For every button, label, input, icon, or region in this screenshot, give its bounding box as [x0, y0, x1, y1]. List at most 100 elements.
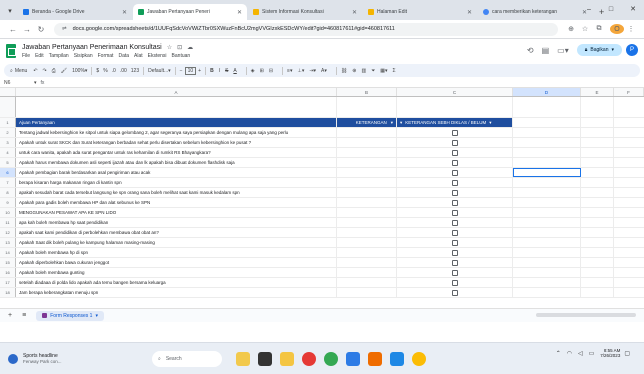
grid-cell[interactable] [581, 97, 614, 117]
grid-cell[interactable] [581, 248, 614, 257]
bookmark-star-icon[interactable]: ☆ [578, 25, 592, 33]
status-cell[interactable] [397, 268, 513, 277]
select-all-corner[interactable] [0, 88, 16, 96]
undo-icon[interactable]: ↶ [33, 68, 37, 74]
row-header[interactable]: 10 [0, 208, 16, 217]
status-checkbox[interactable] [451, 149, 458, 156]
news-widget[interactable]: Sports headline Fenway Park con... [0, 353, 140, 364]
question-cell[interactable]: berapa kisaran harga makanan ringan di k… [16, 178, 337, 187]
status-cell[interactable] [397, 228, 513, 237]
forward-arrow-icon[interactable]: → [20, 25, 34, 34]
status-checkbox[interactable] [451, 199, 458, 206]
clock[interactable]: 8:55 AM 7/26/2023 [600, 348, 620, 358]
wifi-icon[interactable]: ◠ [567, 350, 572, 357]
grid-cell[interactable] [513, 148, 581, 157]
status-checkbox[interactable] [451, 249, 458, 256]
header-cell-ajuan[interactable]: Ajuan Pertanyaan [16, 118, 337, 127]
question-cell[interactable]: Apakah diperbolehkan bawa cukuran jenggo… [16, 258, 337, 267]
menu-view[interactable]: Tampilan [49, 53, 69, 59]
question-cell[interactable]: Apakah pembagian barak berdasarkan asal … [16, 168, 337, 177]
menu-format[interactable]: Format [98, 53, 114, 59]
browser-tab-halaman[interactable]: Halaman Edit ✕ [363, 4, 477, 20]
status-checkbox[interactable] [451, 169, 458, 176]
grid-cell[interactable] [614, 138, 644, 147]
grid-cell[interactable] [513, 278, 581, 287]
chrome-canary-icon[interactable] [412, 351, 426, 366]
keterangan-cell[interactable] [337, 238, 397, 247]
grid-cell[interactable] [513, 228, 581, 237]
minimize-button[interactable]: – [578, 0, 600, 18]
chevron-down-icon[interactable]: ▾ [400, 120, 402, 126]
keterangan-cell[interactable] [337, 248, 397, 257]
insert-comment-icon[interactable]: ⊕ [352, 68, 356, 74]
menu-insert[interactable]: Sisipkan [74, 53, 93, 59]
question-cell[interactable]: Apakah untuk surat SKCK dan Surat ketera… [16, 138, 337, 147]
share-button[interactable]: 🔒︎ Bagikan ▾ [576, 44, 622, 56]
grid-cell[interactable] [513, 168, 581, 177]
question-cell[interactable]: Apakah boleh membawa hp di spn [16, 248, 337, 257]
insert-link-icon[interactable]: ⛓ [341, 68, 347, 74]
column-header-a[interactable]: A [16, 88, 337, 96]
grid-cell[interactable] [614, 268, 644, 277]
grid-cell[interactable] [614, 178, 644, 187]
add-sheet-button[interactable]: + [8, 312, 12, 319]
row-header[interactable]: 11 [0, 218, 16, 227]
row-header[interactable]: 13 [0, 238, 16, 247]
row-header[interactable]: 5 [0, 158, 16, 167]
status-checkbox[interactable] [451, 179, 458, 186]
row-header[interactable]: 14 [0, 248, 16, 257]
question-cell[interactable]: Apakah boleh membawa gunting [16, 268, 337, 277]
grid-cell[interactable] [513, 178, 581, 187]
question-cell[interactable]: apakah saat kami pendidikan di perbolehk… [16, 228, 337, 237]
align-vertical-icon[interactable]: ⊥▾ [297, 68, 304, 74]
grid-cell[interactable] [581, 128, 614, 137]
grid-cell[interactable] [581, 178, 614, 187]
chrome-icon[interactable] [324, 351, 338, 366]
grid-cell[interactable] [513, 288, 581, 297]
keterangan-cell[interactable] [337, 128, 397, 137]
back-arrow-icon[interactable]: ← [6, 25, 20, 34]
row-header[interactable]: 8 [0, 188, 16, 197]
move-folder-icon[interactable]: ⊡ [177, 44, 182, 51]
row-header[interactable]: 16 [0, 268, 16, 277]
grid-cell[interactable] [581, 168, 614, 177]
close-tab-icon[interactable]: ✕ [467, 9, 472, 16]
fill-color-icon[interactable]: ◈ [251, 68, 255, 74]
grid-cell[interactable] [614, 238, 644, 247]
grid-cell[interactable] [614, 118, 644, 127]
grid-cell[interactable] [614, 288, 644, 297]
decimal-increase-icon[interactable]: .00 [120, 68, 127, 74]
horizontal-scrollbar[interactable] [536, 313, 636, 317]
keterangan-cell[interactable] [337, 268, 397, 277]
font-size-increase-icon[interactable]: + [198, 68, 201, 74]
merge-cells-icon[interactable]: ⊟ [269, 68, 273, 74]
header-cell-status[interactable]: ▾ KETERANGAN SEBH DIKLAS / BELUM ▾ [397, 118, 513, 127]
print-icon[interactable]: ⎙ [52, 68, 56, 74]
grid-cell[interactable] [581, 148, 614, 157]
sheets-logo-icon[interactable] [6, 44, 16, 58]
question-cell[interactable]: MENGGUNAKAN PESAWAT APA KE SPN LIDO [16, 208, 337, 217]
grid-cell[interactable] [513, 97, 581, 117]
status-cell[interactable] [397, 218, 513, 227]
paint-format-icon[interactable]: 🖌︎ [61, 68, 67, 74]
grid-cell[interactable] [581, 268, 614, 277]
question-cell[interactable]: setelah diadaaa di polda lido apakah ada… [16, 278, 337, 287]
grid-cell[interactable] [513, 268, 581, 277]
status-cell[interactable] [397, 158, 513, 167]
row-header[interactable]: 9 [0, 198, 16, 207]
app-icon-teal[interactable] [390, 351, 404, 366]
tab-search-icon[interactable]: ▾ [4, 5, 16, 17]
menu-file[interactable]: File [22, 53, 30, 59]
keterangan-cell[interactable] [337, 218, 397, 227]
column-header-e[interactable]: E [581, 88, 614, 96]
decimal-decrease-icon[interactable]: .0 [112, 68, 116, 74]
name-box[interactable]: N6 [0, 80, 34, 86]
currency-icon[interactable]: $ [96, 68, 99, 74]
grid-cell[interactable] [581, 158, 614, 167]
status-checkbox[interactable] [451, 259, 458, 266]
all-sheets-button[interactable]: ≡ [22, 312, 26, 319]
chevron-up-icon[interactable]: ⌃ [556, 350, 561, 357]
menu-data[interactable]: Data [118, 53, 129, 59]
app-icon-orange[interactable] [368, 351, 382, 366]
keterangan-cell[interactable] [337, 258, 397, 267]
